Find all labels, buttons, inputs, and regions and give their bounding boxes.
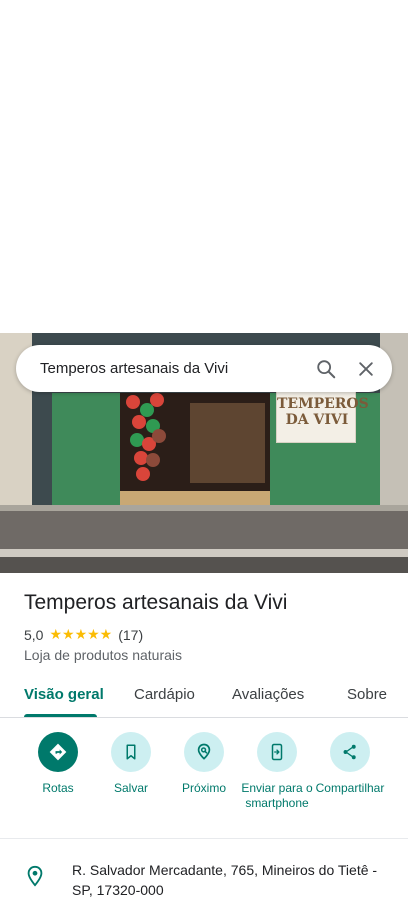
location-pin-icon: [24, 864, 46, 893]
tab-indicator: [24, 714, 97, 717]
tab-menu[interactable]: Cardápio: [134, 686, 195, 703]
address-text: R. Salvador Mercadante, 765, Mineiros do…: [72, 862, 378, 898]
nearby-label: Próximo: [181, 781, 226, 795]
action-buttons: Rotas Salvar Próximo Enviar para o smart…: [0, 732, 408, 832]
directions-label: Rotas: [42, 781, 74, 795]
divider: [0, 838, 408, 839]
save-label: Salvar: [113, 781, 148, 795]
map-blank-area: [0, 0, 408, 333]
balloon: [152, 429, 166, 443]
close-icon[interactable]: [346, 349, 386, 389]
place-title: Temperos artesanais da Vivi: [24, 591, 288, 614]
balloon: [146, 453, 160, 467]
share-label: Compartilhar: [315, 781, 385, 795]
tab-reviews[interactable]: Avaliações: [232, 686, 304, 703]
send-to-phone-button[interactable]: Enviar para o smartphone: [239, 732, 315, 811]
directions-button[interactable]: Rotas: [20, 732, 96, 796]
rating-row[interactable]: 5,0 ★★★★★ (17): [24, 626, 143, 643]
bookmark-icon[interactable]: [111, 732, 151, 772]
share-button[interactable]: Compartilhar: [312, 732, 388, 796]
rating-value: 5,0: [24, 626, 44, 643]
place-category: Loja de produtos naturais: [24, 647, 182, 663]
send-to-phone-icon[interactable]: [257, 732, 297, 772]
balloon: [132, 415, 146, 429]
search-bar[interactable]: Temperos artesanais da Vivi: [16, 345, 392, 392]
balloon: [126, 395, 140, 409]
tab-overview[interactable]: Visão geral: [24, 686, 104, 703]
share-icon[interactable]: [330, 732, 370, 772]
balloon: [150, 393, 164, 407]
directions-icon[interactable]: [38, 732, 78, 772]
tab-bar: Visão geral Cardápio Avaliações Sobre: [0, 680, 408, 718]
nearby-button[interactable]: Próximo: [166, 732, 242, 796]
search-query[interactable]: Temperos artesanais da Vivi: [40, 360, 306, 377]
balloon: [136, 467, 150, 481]
review-count: (17): [118, 626, 144, 643]
star-rating-icon: ★★★★★: [49, 626, 113, 642]
store-sign: TEMPEROS DA VIVI: [276, 391, 369, 443]
nearby-icon[interactable]: [184, 732, 224, 772]
search-icon[interactable]: [306, 349, 346, 389]
save-button[interactable]: Salvar: [93, 732, 169, 796]
send-to-phone-label: Enviar para o smartphone: [241, 781, 313, 810]
tab-about[interactable]: Sobre: [347, 686, 387, 703]
store-sign-text: TEMPEROS DA VIVI: [277, 396, 369, 428]
